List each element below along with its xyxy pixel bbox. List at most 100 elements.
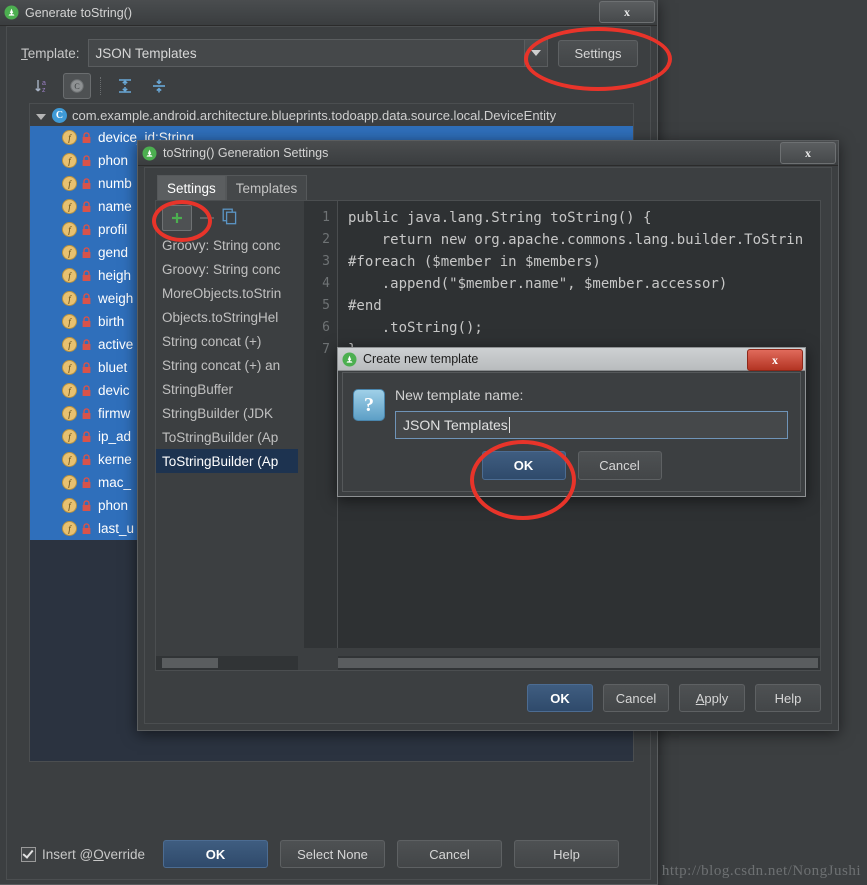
template-list[interactable]: Groovy: String conc Groovy: String conc Mo… xyxy=(156,233,298,648)
template-list-item[interactable]: String concat (+) xyxy=(156,329,298,353)
settings-apply-button[interactable]: Apply xyxy=(679,684,745,712)
line-number: 2 xyxy=(322,232,330,247)
template-combobox[interactable]: JSON Templates xyxy=(87,39,548,67)
create-template-cancel-button[interactable]: Cancel xyxy=(577,451,662,480)
field-label: firmw xyxy=(98,406,131,421)
field-label: gend xyxy=(98,245,129,260)
tab-templates[interactable]: Templates xyxy=(225,175,308,200)
lock-icon xyxy=(81,384,92,397)
field-label: mac_ xyxy=(98,475,132,490)
watermark: http://blog.csdn.net/NongJushi xyxy=(661,863,861,879)
new-template-name-value: JSON Templates xyxy=(403,417,508,433)
field-icon: f xyxy=(62,337,77,352)
generate-dialog-titlebar: Generate toString() x xyxy=(0,0,657,26)
lock-icon xyxy=(81,292,92,305)
line-number: 7 xyxy=(322,342,330,357)
field-label: phon xyxy=(98,153,129,168)
expand-all-icon[interactable] xyxy=(111,73,139,99)
field-icon: f xyxy=(62,475,77,490)
field-label: profil xyxy=(98,222,128,237)
field-icon: f xyxy=(62,222,77,237)
sort-alphabetically-icon[interactable]: a z xyxy=(29,73,57,99)
group-by-class-icon[interactable]: C xyxy=(63,73,91,99)
code-line: .append("$member.name", $member.accessor… xyxy=(348,276,728,292)
class-icon: C xyxy=(52,107,67,123)
field-label: last_u xyxy=(98,521,135,536)
field-label: birth xyxy=(98,314,125,329)
lock-icon xyxy=(81,200,92,213)
generate-help-button[interactable]: Help xyxy=(514,840,619,868)
settings-help-button[interactable]: Help xyxy=(755,684,821,712)
settings-dialog-titlebar: toString() Generation Settings x xyxy=(138,141,838,166)
template-list-item[interactable]: StringBuffer xyxy=(156,377,298,401)
code-line: public java.lang.String toString() { xyxy=(348,210,652,226)
code-line: #foreach ($member in $members) xyxy=(348,254,601,270)
generate-ok-button[interactable]: OK xyxy=(163,840,268,868)
settings-cancel-button[interactable]: Cancel xyxy=(603,684,669,712)
settings-ok-button[interactable]: OK xyxy=(527,684,593,712)
template-list-item[interactable]: String concat (+) an xyxy=(156,353,298,377)
copy-icon[interactable] xyxy=(222,208,238,228)
annotation-ellipse-settings-button xyxy=(524,27,672,91)
field-icon: f xyxy=(62,176,77,191)
new-template-name-input[interactable]: JSON Templates xyxy=(395,411,788,439)
code-line: .toString(); xyxy=(348,320,483,336)
generate-dialog-close-button[interactable]: x xyxy=(599,1,655,23)
template-list-item[interactable]: StringBuilder (JDK xyxy=(156,401,298,425)
svg-text:a: a xyxy=(42,80,46,87)
lock-icon xyxy=(81,338,92,351)
field-icon: f xyxy=(62,360,77,375)
field-icon: f xyxy=(62,130,77,145)
lock-icon xyxy=(81,269,92,282)
lock-icon xyxy=(81,246,92,259)
field-icon: f xyxy=(62,406,77,421)
select-none-button[interactable]: Select None xyxy=(280,840,385,868)
settings-dialog-footer: OK Cancel Apply Help xyxy=(527,683,821,713)
template-list-item[interactable]: MoreObjects.toStrin xyxy=(156,281,298,305)
lock-icon xyxy=(81,407,92,420)
template-list-item[interactable]: ToStringBuilder (Ap xyxy=(156,449,298,473)
template-list-hscrollbar[interactable] xyxy=(156,656,298,670)
field-icon: f xyxy=(62,498,77,513)
line-number: 4 xyxy=(322,276,330,291)
field-label: name xyxy=(98,199,132,214)
tab-settings[interactable]: Settings xyxy=(157,175,226,200)
annotation-ellipse-add-template xyxy=(152,200,212,242)
create-template-titlebar: Create new template x xyxy=(338,348,805,371)
android-studio-icon xyxy=(4,5,19,20)
template-list-item[interactable]: Objects.toStringHel xyxy=(156,305,298,329)
insert-override-checkbox[interactable] xyxy=(21,846,36,862)
field-icon: f xyxy=(62,199,77,214)
field-icon: f xyxy=(62,383,77,398)
insert-override-label: Insert @Override xyxy=(42,846,145,862)
template-list-item[interactable]: Groovy: String conc xyxy=(156,257,298,281)
field-label: ip_ad xyxy=(98,429,132,444)
generate-dialog-footer: Insert @Override OK Select None Cancel H… xyxy=(21,839,636,869)
lock-icon xyxy=(81,522,92,535)
template-label: Template: xyxy=(21,45,80,61)
editor-hscrollbar[interactable] xyxy=(338,656,820,670)
line-number: 1 xyxy=(322,210,330,225)
svg-text:C: C xyxy=(74,82,79,91)
generate-cancel-button[interactable]: Cancel xyxy=(397,840,502,868)
class-node-row[interactable]: C com.example.android.architecture.bluep… xyxy=(30,104,633,126)
create-template-close-button[interactable]: x xyxy=(747,349,803,371)
text-caret xyxy=(508,417,510,433)
collapse-all-icon[interactable] xyxy=(145,73,173,99)
field-icon: f xyxy=(62,521,77,536)
settings-dialog-title: toString() Generation Settings xyxy=(163,146,329,160)
line-number: 3 xyxy=(322,254,330,269)
line-number: 5 xyxy=(322,298,330,313)
template-list-item[interactable]: ToStringBuilder (Ap xyxy=(156,425,298,449)
lock-icon xyxy=(81,223,92,236)
chevron-down-icon[interactable] xyxy=(36,113,46,120)
create-template-title: Create new template xyxy=(363,352,479,366)
lock-icon xyxy=(81,430,92,443)
field-label: numb xyxy=(98,176,132,191)
android-studio-icon xyxy=(142,146,157,161)
field-icon: f xyxy=(62,314,77,329)
field-icon: f xyxy=(62,291,77,306)
settings-dialog-close-button[interactable]: x xyxy=(780,142,836,164)
field-label: devic xyxy=(98,383,130,398)
field-icon: f xyxy=(62,429,77,444)
